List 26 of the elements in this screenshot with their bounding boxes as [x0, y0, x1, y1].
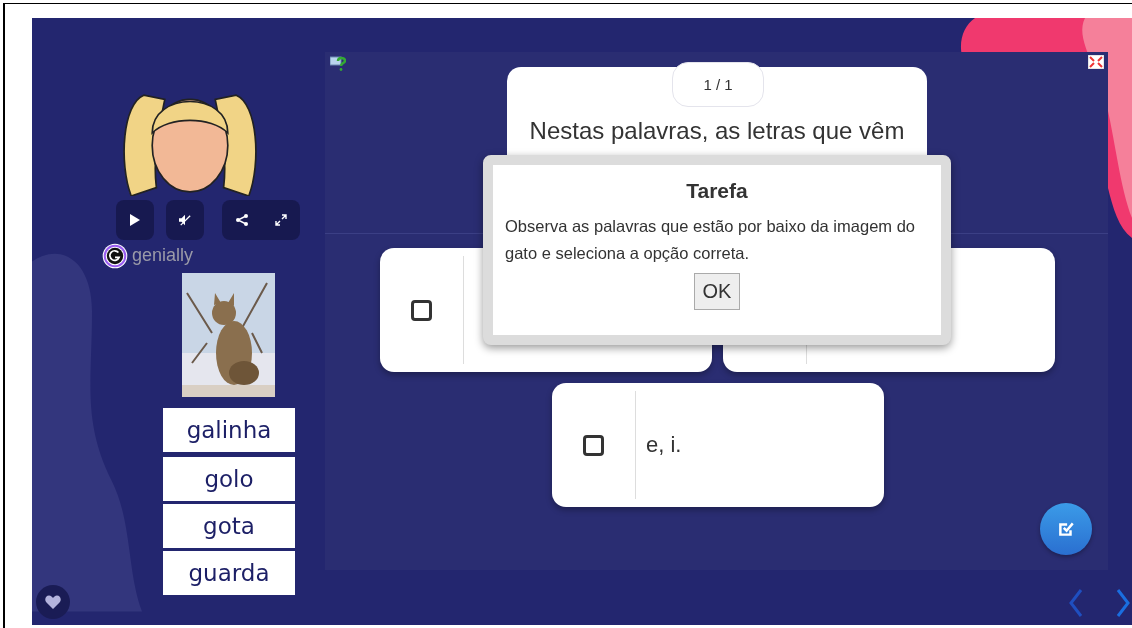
play-icon	[129, 214, 141, 226]
help-icon[interactable]	[330, 55, 346, 71]
expand-icon	[274, 214, 287, 226]
checkbox-tick-icon	[1057, 520, 1075, 538]
word-card: guarda	[163, 551, 295, 595]
page-counter: 1 / 1	[672, 62, 764, 107]
checkbox[interactable]	[411, 299, 432, 321]
option-text: e, i.	[646, 432, 682, 458]
word-card: golo	[163, 457, 295, 501]
submit-button[interactable]	[1040, 503, 1092, 555]
exit-fullscreen-icon[interactable]	[1088, 55, 1104, 69]
share-icon	[235, 214, 248, 226]
play-button[interactable]	[116, 200, 154, 240]
logo-icon	[102, 243, 128, 269]
speaker-muted-icon	[179, 214, 191, 226]
mute-button[interactable]	[166, 200, 204, 240]
heart-icon	[45, 595, 61, 609]
dialog-title: Tarefa	[686, 179, 748, 203]
answer-option[interactable]: e, i.	[552, 383, 884, 507]
dialog-message: Observa as palavras que estão por baixo da imagem do gato e seleciona a opção correta.	[504, 216, 916, 264]
question-text: Nestas palavras, as letras que vêm	[529, 117, 905, 145]
brand-name: genially	[132, 245, 194, 266]
word-card: galinha	[163, 408, 295, 452]
checkbox[interactable]	[583, 434, 604, 456]
word-card: gota	[163, 504, 295, 548]
ok-button[interactable]: OK	[693, 273, 741, 310]
